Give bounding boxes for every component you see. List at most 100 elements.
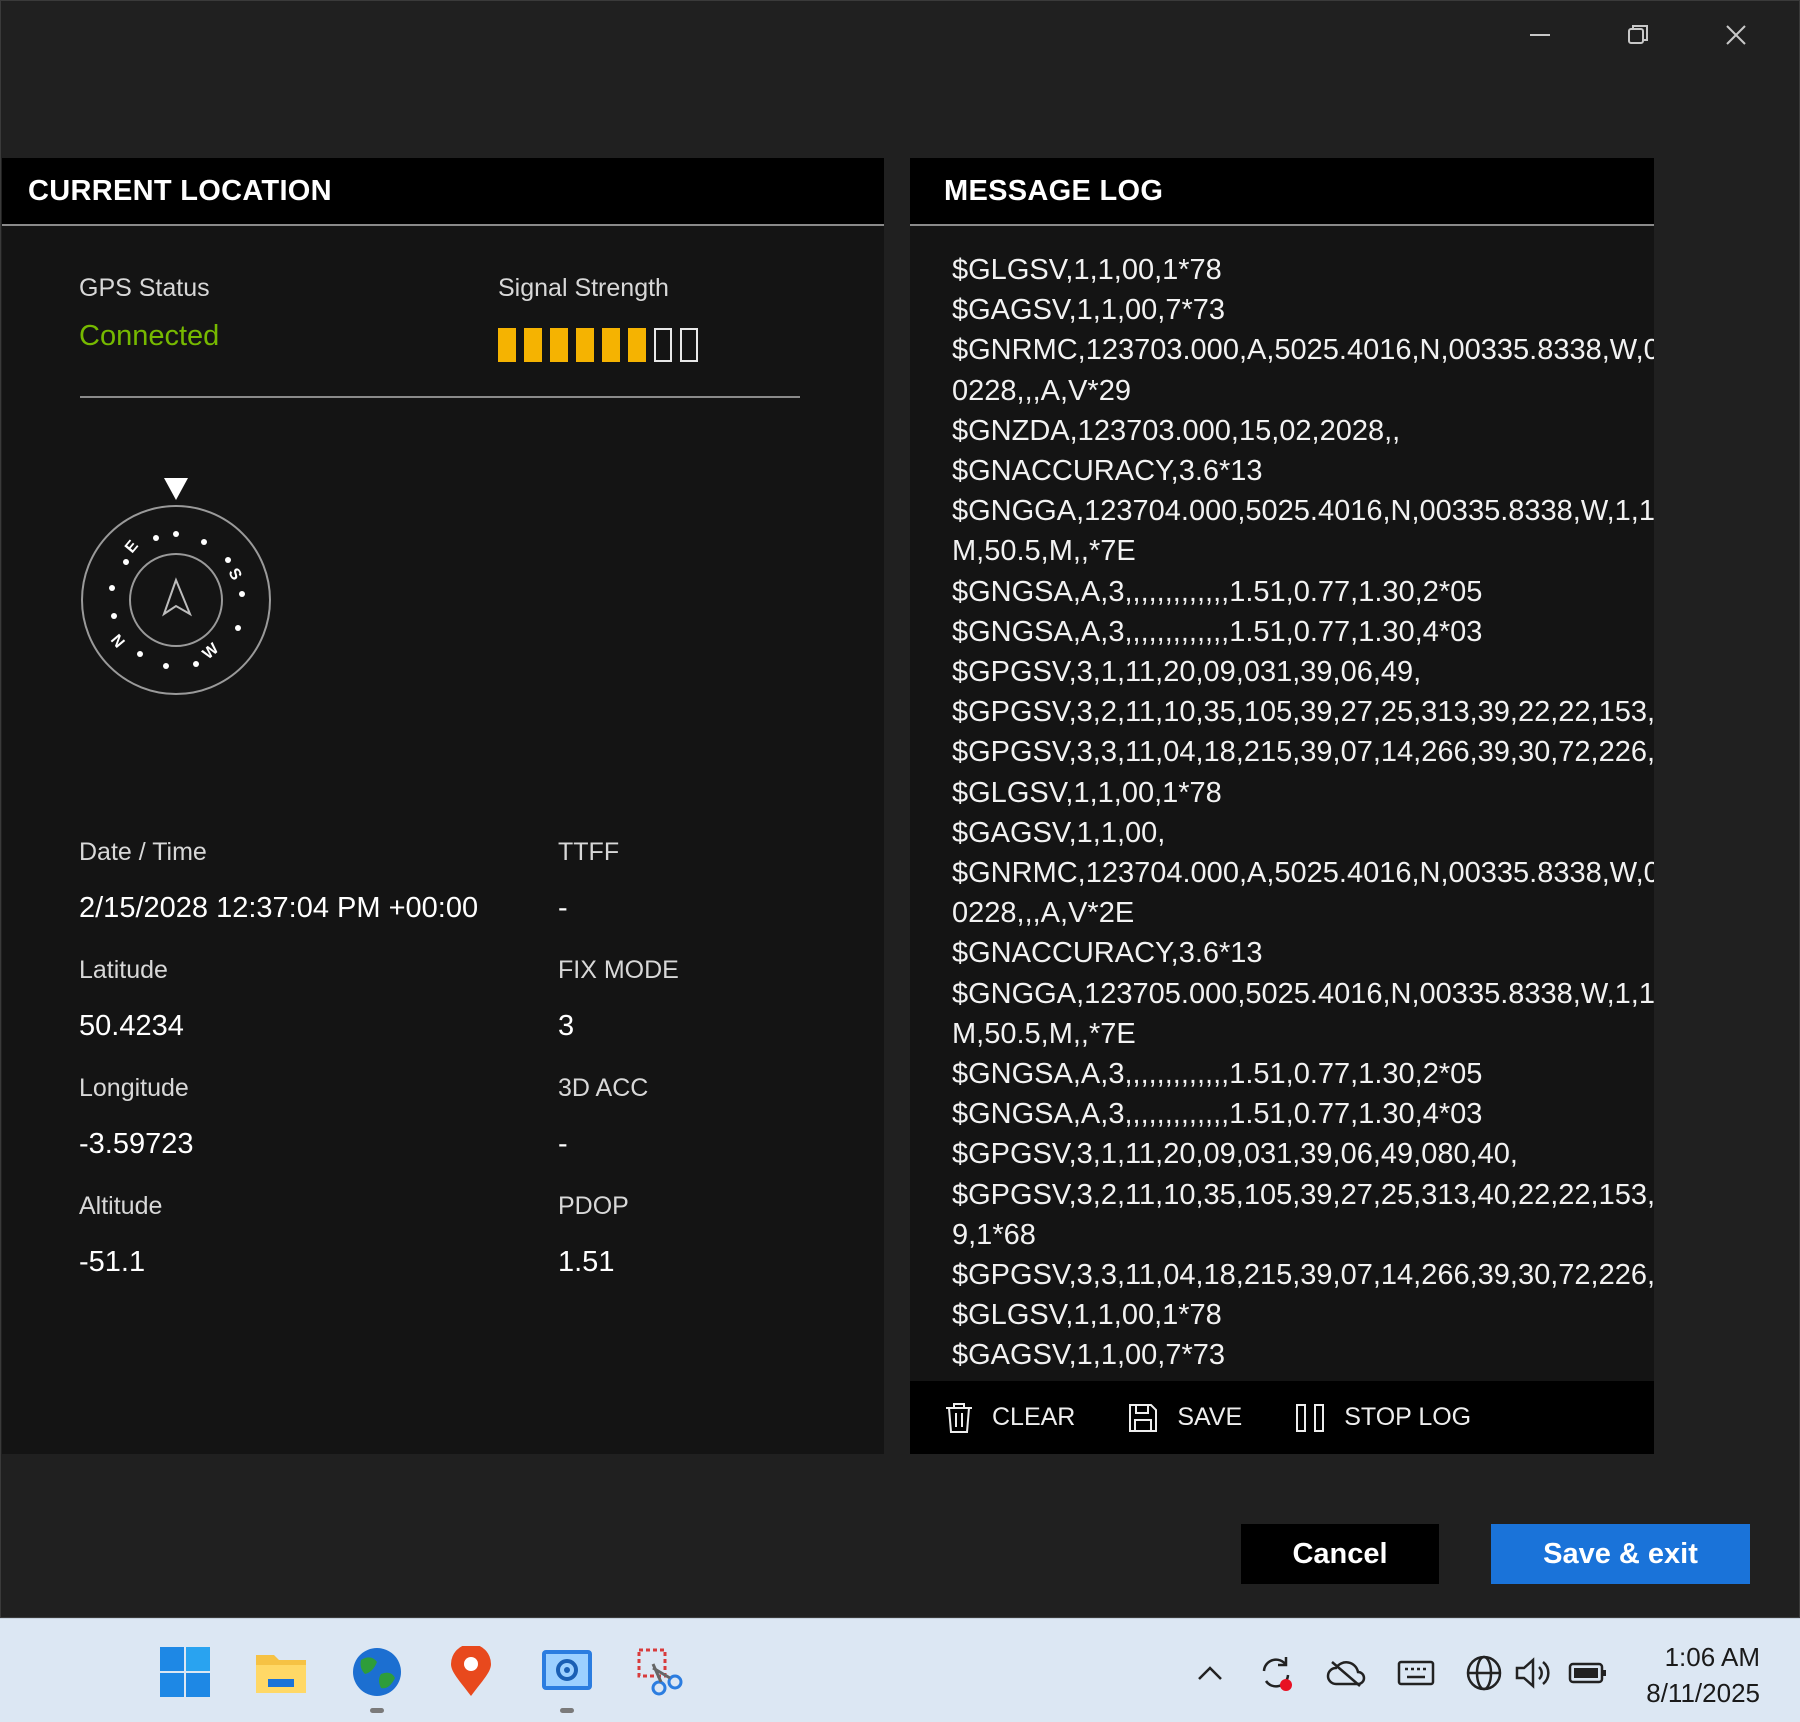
file-explorer-button[interactable]: [254, 1645, 308, 1699]
log-line: $GNGSA,A,3,,,,,,,,,,,,,1.51,0.77,1.30,2*…: [952, 575, 1483, 608]
clear-label: CLEAR: [992, 1403, 1076, 1431]
altitude-value: -51.1: [79, 1246, 146, 1278]
compass-letter-e: E: [122, 537, 142, 556]
network-icon: [1466, 1655, 1502, 1691]
cancel-button[interactable]: Cancel: [1241, 1524, 1439, 1584]
log-line: $GLGSV,1,1,00,1*78: [952, 776, 1222, 809]
maps-app-button[interactable]: [444, 1645, 498, 1699]
log-line: $GNGSA,A,3,,,,,,,,,,,,,1.51,0.77,1.30,2*…: [952, 1058, 1483, 1091]
volume-icon: [1515, 1657, 1550, 1689]
close-button[interactable]: [1687, 15, 1785, 55]
cloud-tray-button[interactable]: [1326, 1653, 1366, 1693]
globe-icon: [353, 1648, 401, 1696]
message-log-scroll[interactable]: $GLGSV,1,1,00,1*78 $GAGSV,1,1,00,7*73 $GNR…: [910, 228, 1654, 1540]
log-line: $GPGSV,3,1,11,20,09,031,39,06,49,: [952, 656, 1422, 689]
restore-icon: [1628, 25, 1648, 44]
log-line: $GAGSV,1,1,00,7*73: [952, 1339, 1226, 1372]
running-indicator: [560, 1708, 574, 1713]
network-tray-button[interactable]: [1464, 1653, 1504, 1693]
minimize-button[interactable]: [1491, 15, 1589, 55]
clock-date: 8/11/2025: [1646, 1678, 1760, 1708]
signal-strength-bars: [498, 328, 698, 362]
log-line: $GAGSV,1,1,00,7*73: [952, 294, 1226, 327]
gps-settings-app-button[interactable]: [540, 1645, 594, 1713]
clock[interactable]: 1:06 AM 8/11/2025: [1646, 1639, 1760, 1711]
restore-button[interactable]: [1589, 15, 1687, 55]
altitude-label: Altitude: [79, 1192, 163, 1220]
pdop-value: 1.51: [558, 1246, 615, 1278]
acc3d-value: -: [558, 1128, 568, 1160]
trash-icon: [946, 1402, 972, 1433]
pause-icon: [1296, 1403, 1325, 1432]
ttff-value: -: [558, 892, 568, 924]
compass-icon: E S W N: [81, 478, 271, 695]
signal-bar-filled: [498, 328, 516, 362]
gps-status-label: GPS Status: [79, 274, 210, 302]
show-hidden-icons-button[interactable]: [1190, 1653, 1230, 1693]
log-line: $GNRMC,123704.000,A,5025.4016,N,00335.83…: [952, 857, 1654, 890]
battery-icon: [1568, 1662, 1606, 1684]
log-line: $GPGSV,3,2,11,10,35,105,39,27,25,313,40,…: [952, 1178, 1654, 1211]
signal-bar-filled: [602, 328, 620, 362]
sync-tray-button[interactable]: [1256, 1653, 1296, 1693]
chevron-up-icon: [1198, 1666, 1222, 1680]
signal-strength-label: Signal Strength: [498, 274, 669, 302]
floppy-disk-icon: [1129, 1403, 1158, 1432]
log-line: $GPGSV,3,1,11,20,09,031,39,06,49,080,40,: [952, 1138, 1518, 1171]
fix-mode-label: FIX MODE: [558, 956, 679, 984]
keyboard-tray-button[interactable]: [1396, 1653, 1436, 1693]
save-log-button[interactable]: SAVE: [1127, 1402, 1242, 1434]
log-line: $GNGSA,A,3,,,,,,,,,,,,,1.51,0.77,1.30,4*…: [952, 1098, 1483, 1131]
log-line: M,50.5,M,,*7E: [952, 535, 1136, 568]
log-line: $GAGSV,1,1,00,: [952, 816, 1166, 849]
save-log-label: SAVE: [1177, 1403, 1243, 1431]
longitude-value: -3.59723: [79, 1128, 194, 1160]
signal-bar-filled: [550, 328, 568, 362]
start-button[interactable]: [158, 1645, 212, 1699]
stop-log-label: STOP LOG: [1344, 1403, 1472, 1431]
ttff-label: TTFF: [558, 838, 620, 866]
log-line: $GPGSV,3,3,11,04,18,215,39,07,14,266,39,…: [952, 736, 1654, 769]
log-line: $GNACCURACY,3.6*13: [952, 937, 1263, 970]
window-controls: [1491, 15, 1785, 55]
signal-bar-filled: [576, 328, 594, 362]
signal-bar-filled: [524, 328, 542, 362]
cloud-icon: [1326, 1661, 1366, 1687]
clear-button[interactable]: CLEAR: [944, 1402, 1075, 1434]
gps-settings-icon: [542, 1650, 592, 1690]
acc3d-label: 3D ACC: [558, 1074, 649, 1102]
snipping-tool-icon: [637, 1648, 683, 1696]
latitude-value: 50.4234: [79, 1010, 184, 1042]
globe-app-button[interactable]: [350, 1645, 404, 1713]
snipping-tool-button[interactable]: [634, 1645, 688, 1699]
stop-log-button[interactable]: STOP LOG: [1294, 1402, 1471, 1434]
minimize-icon: [1530, 34, 1550, 36]
log-line: 0228,,,A,V*29: [952, 374, 1131, 407]
taskbar: 1:06 AM 8/11/2025: [0, 1618, 1800, 1722]
pdop-label: PDOP: [558, 1192, 629, 1220]
save-exit-button[interactable]: Save & exit: [1491, 1524, 1750, 1584]
signal-bar-empty: [680, 328, 698, 362]
log-line: $GPGSV,3,2,11,10,35,105,39,27,25,313,39,…: [952, 696, 1654, 729]
log-line: $GNGGA,123704.000,5025.4016,N,00335.8338…: [952, 495, 1654, 528]
log-line: $GNGSA,A,3,,,,,,,,,,,,,1.51,0.77,1.30,4*…: [952, 615, 1483, 648]
log-line: 9,1*68: [952, 1218, 1036, 1251]
log-line: $GNGGA,123705.000,5025.4016,N,00335.8338…: [952, 977, 1654, 1010]
datetime-value: 2/15/2028 12:37:04 PM +00:00: [79, 892, 479, 924]
log-line: $GLGSV,1,1,00,1*78: [952, 254, 1222, 286]
message-log-panel: MESSAGE LOG $GLGSV,1,1,00,1*78 $GAGSV,1,1…: [910, 158, 1654, 1454]
divider: [80, 396, 800, 398]
sync-icon: [1262, 1657, 1292, 1691]
compass-letter-n: N: [107, 632, 127, 652]
longitude-label: Longitude: [79, 1074, 189, 1102]
battery-tray-button[interactable]: [1568, 1653, 1608, 1693]
log-line: M,50.5,M,,*7E: [952, 1017, 1136, 1050]
keyboard-icon: [1397, 1660, 1435, 1686]
log-line: $GNACCURACY,3.6*13: [952, 455, 1263, 488]
signal-bar-filled: [628, 328, 646, 362]
log-line: $GLGSV,1,1,00,1*78: [952, 1299, 1222, 1332]
signal-bar-empty: [654, 328, 672, 362]
compass-letter-w: W: [200, 640, 223, 663]
volume-tray-button[interactable]: [1512, 1653, 1552, 1693]
current-location-title: CURRENT LOCATION: [2, 158, 884, 226]
